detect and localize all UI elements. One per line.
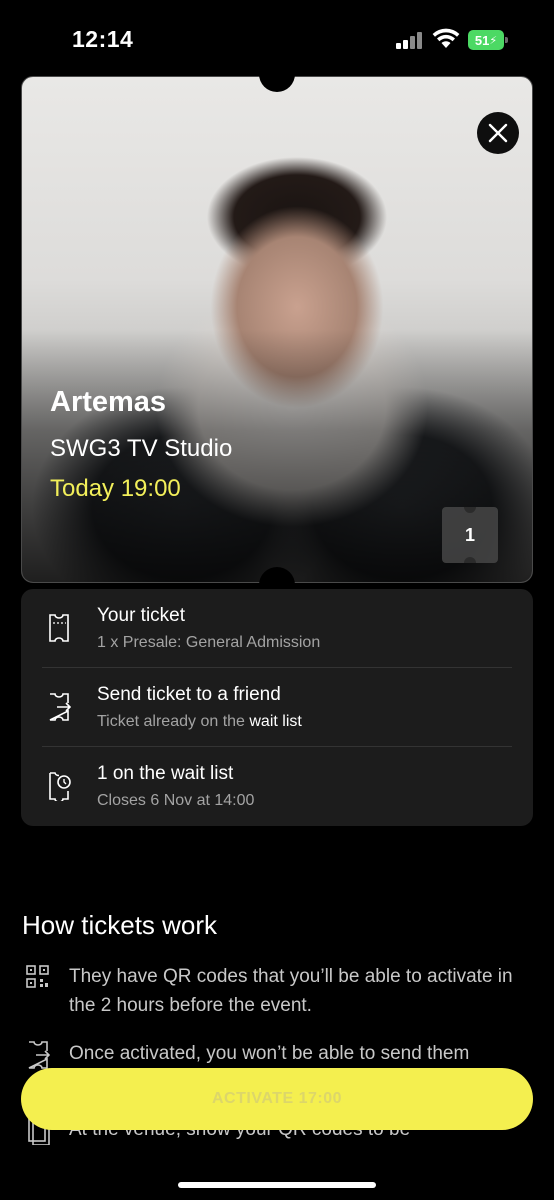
close-icon xyxy=(488,123,508,143)
status-bar: 12:14 51 ⚡ xyxy=(0,0,554,70)
battery-icon: 51 ⚡ xyxy=(468,30,508,50)
how-tickets-work-heading: How tickets work xyxy=(22,910,218,940)
qr-code-icon xyxy=(26,965,49,988)
wait-list-link[interactable]: wait list xyxy=(249,713,301,730)
wait-list-title: 1 on the wait list xyxy=(97,763,234,784)
waitlist-clock-icon xyxy=(49,772,71,801)
send-ticket-row[interactable]: Send ticket to a friend Ticket already o… xyxy=(21,668,533,747)
wifi-icon xyxy=(432,28,460,50)
wait-list-row[interactable]: 1 on the wait list Closes 6 Nov at 14:00 xyxy=(21,747,533,826)
home-indicator[interactable] xyxy=(178,1182,376,1188)
signal-icon xyxy=(396,31,424,49)
wait-list-closes: Closes 6 Nov at 14:00 xyxy=(97,792,255,809)
send-ticket-status-text: Ticket already on the xyxy=(97,713,250,730)
how-item-qr-text: They have QR codes that you’ll be able t… xyxy=(69,966,513,1016)
close-button[interactable] xyxy=(477,112,519,154)
event-time: Today 19:00 xyxy=(50,475,181,502)
your-ticket-title: Your ticket xyxy=(97,605,186,626)
send-ticket-icon xyxy=(28,1041,50,1069)
send-ticket-title: Send ticket to a friend xyxy=(97,684,281,705)
ticket-details-panel: Your ticket 1 x Presale: General Admissi… xyxy=(21,589,533,826)
how-item-send-text: Once activated, you won’t be able to sen… xyxy=(69,1043,470,1064)
battery-level: 51 xyxy=(474,32,490,48)
send-ticket-status: Ticket already on the wait list xyxy=(97,713,302,731)
ticket-icon xyxy=(49,614,69,642)
ticket-count-badge: 1 xyxy=(442,507,498,563)
status-time: 12:14 xyxy=(72,26,134,52)
your-ticket-row[interactable]: Your ticket 1 x Presale: General Admissi… xyxy=(21,589,533,668)
your-ticket-type: 1 x Presale: General Admission xyxy=(97,634,321,651)
send-ticket-icon xyxy=(49,693,71,721)
event-venue: SWG3 TV Studio xyxy=(50,435,233,462)
event-ticket-card: Artemas SWG3 TV Studio Today 19:00 1 xyxy=(21,76,533,583)
event-title: Artemas xyxy=(50,386,167,418)
activate-button[interactable]: ACTIVATE 17:00 xyxy=(21,1068,533,1130)
